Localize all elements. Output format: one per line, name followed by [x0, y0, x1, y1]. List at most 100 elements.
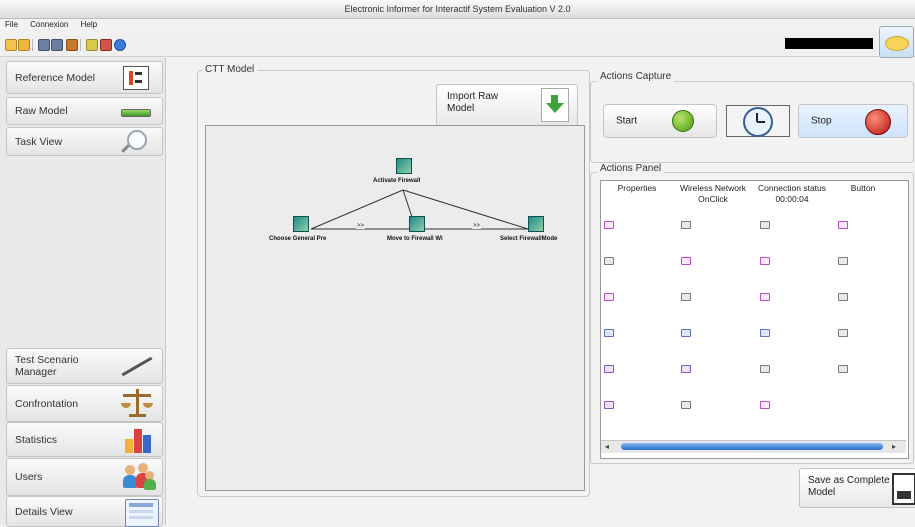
actions-table[interactable]: Properties Wireless Network OnClick Conn…: [600, 180, 909, 459]
pencil-icon[interactable]: [86, 39, 98, 51]
import-raw-model-button[interactable]: Import Raw Model: [436, 84, 578, 126]
tree-icon: [123, 66, 149, 90]
pen-icon: [121, 356, 153, 377]
scroll-thumb[interactable]: [621, 443, 883, 450]
save-icon[interactable]: [38, 39, 50, 51]
sidebar-item-label: Reference Model: [15, 71, 95, 84]
menu-help[interactable]: Help: [76, 18, 102, 32]
sidebar-item-label: Details View: [15, 505, 73, 518]
open-folder-icon[interactable]: [18, 39, 30, 51]
scales-icon: [121, 389, 153, 418]
actions-panel-legend: Actions Panel: [597, 163, 665, 174]
toolbar: [0, 34, 915, 57]
action-widget-icon[interactable]: [838, 293, 848, 301]
toolbar-separator: [80, 39, 81, 51]
action-widget-icon[interactable]: [760, 257, 770, 265]
ctt-node-select-firewall-mode[interactable]: [528, 216, 544, 232]
action-widget-icon[interactable]: [604, 365, 614, 373]
sidebar-item-label: Raw Model: [15, 105, 68, 117]
start-button[interactable]: Start: [603, 104, 717, 138]
menu-bar: File Connexion Help: [0, 18, 915, 32]
sidebar-item-reference-model[interactable]: Reference Model: [6, 61, 163, 94]
save-as-complete-model-button[interactable]: Save as Complete Model: [799, 468, 915, 508]
sidebar-item-users[interactable]: Users: [6, 458, 163, 496]
sidebar-item-raw-model[interactable]: Raw Model: [6, 97, 163, 125]
action-widget-icon[interactable]: [760, 365, 770, 373]
action-widget-icon[interactable]: [838, 221, 848, 229]
users-icon: [123, 463, 157, 491]
action-widget-icon[interactable]: [681, 329, 691, 337]
import-raw-model-label: Import Raw Model: [447, 91, 499, 114]
sidebar-item-test-scenario-manager[interactable]: Test Scenario Manager: [6, 348, 163, 384]
stop-button[interactable]: Stop: [798, 104, 908, 138]
scroll-right-icon[interactable]: ▸: [892, 442, 896, 451]
sidebar-item-details-view[interactable]: Details View: [6, 496, 163, 527]
battery-icon: [121, 109, 151, 117]
ctt-node-label: Select FirewallMode: [500, 236, 558, 242]
new-icon[interactable]: [5, 39, 17, 51]
magnifier-icon: [121, 130, 147, 153]
action-widget-icon[interactable]: [760, 401, 770, 409]
sidebar-item-statistics[interactable]: Statistics: [6, 422, 163, 457]
menu-connexion[interactable]: Connexion: [25, 18, 73, 32]
toolbar-separator: [32, 39, 33, 51]
column-header-connection-status: Connection status 00:00:04: [757, 183, 827, 204]
save-as-complete-model-label: Save as Complete Model: [808, 475, 890, 498]
action-widget-icon[interactable]: [681, 401, 691, 409]
floppy-save-icon: [892, 473, 915, 505]
action-widget-icon[interactable]: [604, 293, 614, 301]
window-title: Electronic Informer for Interactif Syste…: [344, 4, 571, 14]
action-widget-icon[interactable]: [760, 221, 770, 229]
power-on-icon: [672, 110, 694, 132]
scroll-left-icon[interactable]: ◂: [605, 442, 609, 451]
action-widget-icon[interactable]: [604, 401, 614, 409]
stop-label: Stop: [811, 115, 832, 127]
sidebar-item-task-view[interactable]: Task View: [6, 127, 163, 156]
sidebar: Reference Model Raw Model Task View Test…: [0, 58, 166, 527]
download-arrow-icon: [541, 88, 569, 122]
action-widget-icon[interactable]: [604, 257, 614, 265]
status-field: [785, 38, 873, 49]
start-label: Start: [616, 115, 638, 127]
ctt-node-label: Choose General Pre: [269, 236, 327, 242]
actions-capture-legend: Actions Capture: [597, 71, 675, 82]
ctt-operator-enabling: >>: [356, 223, 366, 229]
ctt-node-choose-general[interactable]: [293, 216, 309, 232]
chart-icon: [123, 427, 155, 453]
action-widget-icon[interactable]: [760, 329, 770, 337]
action-widget-icon[interactable]: [838, 257, 848, 265]
action-widget-icon[interactable]: [681, 257, 691, 265]
action-widget-icon[interactable]: [838, 329, 848, 337]
column-header-properties: Properties: [617, 183, 657, 193]
sidebar-item-confrontation[interactable]: Confrontation: [6, 385, 163, 422]
save-all-icon[interactable]: [51, 39, 63, 51]
action-widget-icon[interactable]: [681, 221, 691, 229]
ctt-node-activate-firewall[interactable]: [396, 158, 412, 174]
action-widget-icon[interactable]: [604, 221, 614, 229]
sidebar-item-label: Task View: [15, 135, 63, 148]
action-widget-icon[interactable]: [760, 293, 770, 301]
action-widget-icon[interactable]: [838, 365, 848, 373]
ctt-operator-enabling: >>: [472, 223, 482, 229]
ctt-node-move-to-firewall[interactable]: [409, 216, 425, 232]
ctt-model-legend: CTT Model: [202, 64, 258, 75]
action-widget-icon[interactable]: [681, 365, 691, 373]
window-title-bar: Electronic Informer for Interactif Syste…: [0, 0, 915, 19]
column-header-button: Button: [850, 183, 876, 193]
menu-file[interactable]: File: [0, 18, 23, 32]
help-icon[interactable]: [114, 39, 126, 51]
sidebar-item-label: Test Scenario Manager: [15, 354, 79, 378]
sidebar-item-label: Users: [15, 471, 43, 483]
tools-icon[interactable]: [100, 39, 112, 51]
details-icon: [125, 499, 159, 527]
archive-icon[interactable]: [66, 39, 78, 51]
app-logo-icon: [879, 26, 914, 58]
stop-hand-icon: [865, 109, 891, 135]
horizontal-scrollbar[interactable]: ◂ ▸: [601, 440, 906, 453]
ctt-node-label: Activate Firewall: [373, 178, 421, 184]
ctt-canvas[interactable]: Activate Firewall Choose General Pre Mov…: [205, 125, 585, 491]
action-widget-icon[interactable]: [604, 329, 614, 337]
action-widget-icon[interactable]: [681, 293, 691, 301]
column-header-wireless-network: Wireless Network OnClick: [679, 183, 747, 204]
clock-icon: [726, 105, 790, 137]
